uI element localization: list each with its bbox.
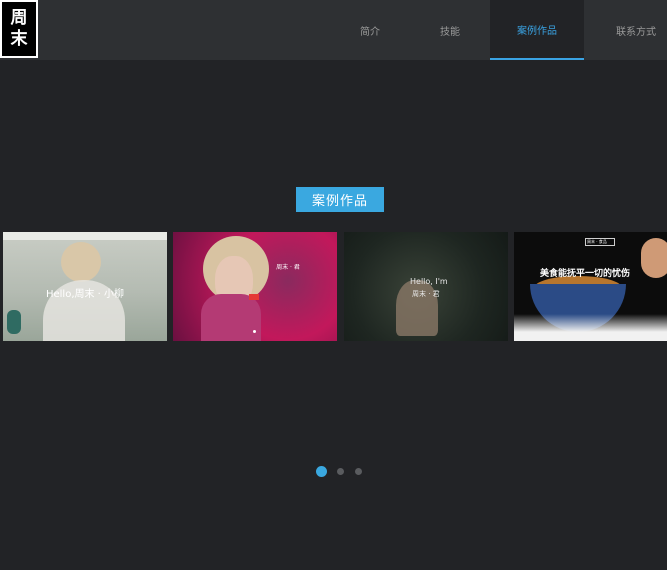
nav-item-contact[interactable]: 联系方式 <box>600 0 667 60</box>
thumbnail-dot <box>253 330 256 333</box>
person-shape <box>201 294 261 341</box>
nav-item-label: 技能 <box>440 26 460 38</box>
thumbnail-button <box>249 294 259 300</box>
nav-item-label: 简介 <box>360 26 380 38</box>
nav-item-portfolio[interactable]: 案例作品 <box>490 0 584 60</box>
carousel-dot[interactable] <box>337 468 344 475</box>
thumbnail-badge-text: 周末 · 食品 <box>587 239 607 244</box>
hat-shape <box>61 242 101 282</box>
portfolio-card[interactable]: Hello, I'm 周末 · 君 <box>344 232 508 341</box>
card-title-line-1: Hello, I'm <box>410 277 448 286</box>
nav-item-label: 联系方式 <box>616 26 656 38</box>
carousel-dot[interactable] <box>316 466 327 477</box>
card-title: 周末 · 君 <box>276 264 300 271</box>
card-title: 美食能抚平一切的忧伤 <box>540 269 631 279</box>
logo[interactable]: 周 末 <box>0 0 38 58</box>
card-thumbnail-header <box>3 232 167 240</box>
card-title: Hello,周末 · 小柳 <box>45 289 125 300</box>
plant-shape <box>7 310 21 334</box>
logo-line-2: 末 <box>10 29 28 49</box>
portfolio-card[interactable]: 周末 · 君 <box>173 232 337 341</box>
portfolio-card[interactable]: Hello,周末 · 小柳 <box>3 232 167 341</box>
section-title: 案例作品 <box>296 187 384 212</box>
logo-line-1: 周 <box>10 7 28 28</box>
portfolio-card[interactable]: 周末 · 食品 美食能抚平一切的忧伤 <box>514 232 667 341</box>
nav-item-label: 案例作品 <box>517 25 557 37</box>
nav-item-intro[interactable]: 简介 <box>330 0 410 60</box>
nav-item-skills[interactable]: 技能 <box>410 0 490 60</box>
thumbnail-fade <box>514 314 667 341</box>
carousel-pagination <box>316 466 364 478</box>
hand-shape <box>641 238 667 278</box>
card-title-line-2: 周末 · 君 <box>412 290 440 298</box>
section-title-text: 案例作品 <box>311 194 368 209</box>
top-navbar: 周 末 简介 技能 案例作品 联系方式 <box>0 0 667 60</box>
carousel-dot[interactable] <box>355 468 362 475</box>
